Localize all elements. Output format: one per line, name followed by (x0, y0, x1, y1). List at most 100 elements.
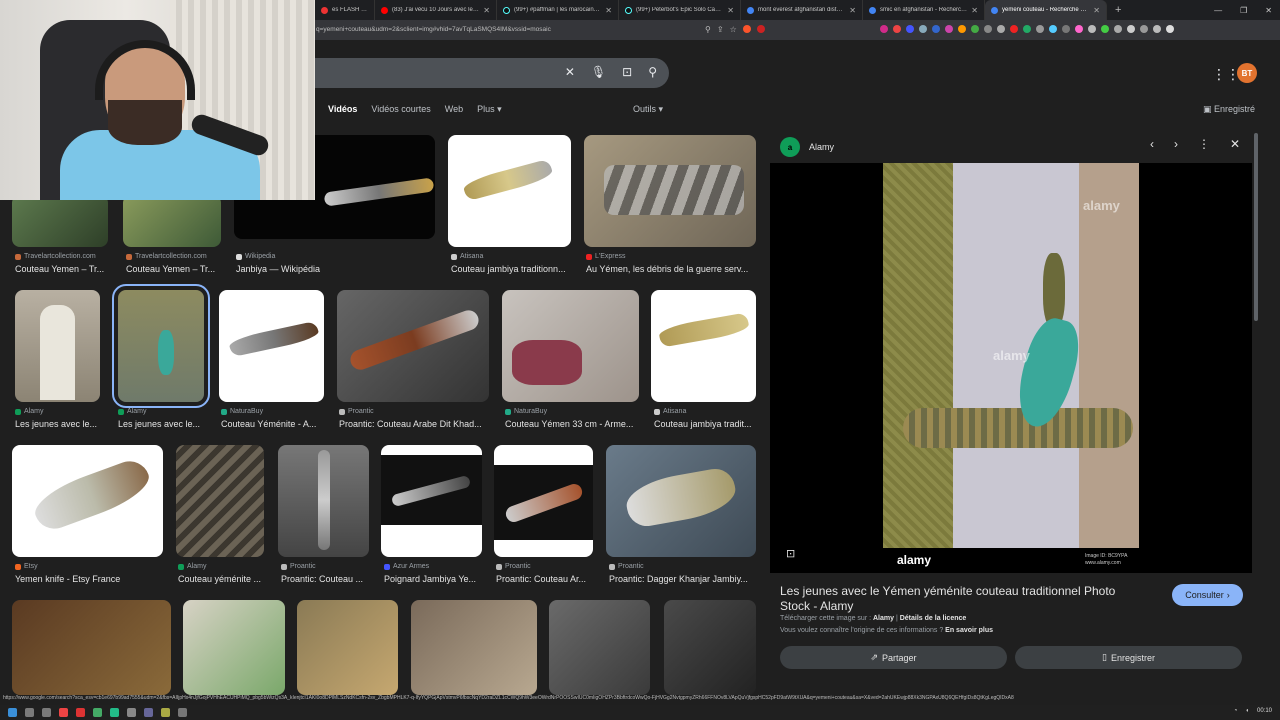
result-thumbnail[interactable] (494, 445, 593, 557)
extension-icon[interactable] (1088, 25, 1096, 33)
extension-icon[interactable] (919, 25, 927, 33)
save-button[interactable]: ▯ Enregistrer (1015, 646, 1242, 669)
lens-icon[interactable]: ⊡ (622, 65, 632, 79)
bookmark-star-icon[interactable]: ☆ (730, 25, 737, 34)
close-icon[interactable]: ✕ (483, 6, 490, 15)
result-caption[interactable]: Couteau Yemen – Tr... (126, 264, 221, 274)
app-icon[interactable] (178, 708, 187, 717)
extension-icon[interactable] (1049, 25, 1057, 33)
result-caption[interactable]: Au Yémen, les débris de la guerre serv..… (586, 264, 756, 274)
license-link[interactable]: Détails de la licence (900, 615, 967, 622)
extension-icon[interactable] (945, 25, 953, 33)
result-thumbnail-selected[interactable] (112, 284, 210, 408)
extension-icon[interactable] (1023, 25, 1031, 33)
extension-icon[interactable] (1166, 25, 1174, 33)
close-window-icon[interactable]: ✕ (1265, 6, 1272, 15)
result-caption[interactable]: Proantic: Dagger Khanjar Jambiy... (609, 574, 756, 584)
lens-icon[interactable]: ⊡ (786, 547, 795, 560)
result-caption[interactable]: Proantic: Couteau ... (281, 574, 369, 584)
preview-source[interactable]: a Alamy (780, 137, 834, 157)
previous-icon[interactable]: ‹ (1150, 137, 1154, 151)
browser-tab[interactable]: es FLASH | U... (315, 0, 375, 20)
next-icon[interactable]: › (1174, 137, 1178, 151)
result-caption[interactable]: Yemen knife - Etsy France (15, 574, 165, 584)
result-thumbnail[interactable] (12, 195, 108, 247)
result-caption[interactable]: Les jeunes avec le... (15, 419, 100, 429)
search-icon[interactable] (25, 708, 34, 717)
avatar[interactable]: BT (1237, 63, 1257, 83)
volume-icon[interactable]: ◖ (1245, 708, 1249, 714)
app-icon[interactable] (76, 708, 85, 717)
result-thumbnail[interactable] (278, 445, 369, 557)
search-input[interactable]: ✕ 🎙 ⊡ ⚲ (300, 58, 669, 88)
result-caption[interactable]: Couteau yéménite ... (178, 574, 264, 584)
share-icon[interactable]: ⇪ (717, 25, 724, 34)
result-thumbnail[interactable] (297, 600, 398, 695)
share-button[interactable]: ⇗ Partager (780, 646, 1007, 669)
learn-more-link[interactable]: En savoir plus (945, 627, 993, 634)
app-icon[interactable] (161, 708, 170, 717)
browser-tab[interactable]: (99+) #paffman | les marocaines | Tik✕ (497, 0, 619, 20)
preview-image[interactable]: alamy alamy alamy Image ID: BC9YPA www.a… (770, 163, 1252, 573)
url-field[interactable]: q=yemeni+couteau&udm=2&sclient=img#vhid=… (316, 26, 551, 33)
extension-icon[interactable] (932, 25, 940, 33)
extension-icon[interactable] (880, 25, 888, 33)
result-caption[interactable]: Couteau Yéménite - A... (221, 419, 324, 429)
result-thumbnail[interactable] (502, 290, 639, 402)
wifi-icon[interactable]: ◔ (1234, 708, 1238, 714)
result-thumbnail[interactable] (584, 135, 756, 247)
result-caption[interactable]: Janbiya — Wikipédia (236, 264, 426, 274)
result-caption[interactable]: Couteau jambiya tradit... (654, 419, 756, 429)
close-icon[interactable]: ✕ (727, 6, 734, 15)
preview-title[interactable]: Les jeunes avec le Yémen yéménite coutea… (780, 584, 1140, 614)
result-thumbnail[interactable] (123, 195, 221, 247)
microphone-icon[interactable]: 🎙 (591, 65, 606, 79)
browser-tab[interactable]: smic en afghanistan - Recherche Go✕ (863, 0, 985, 20)
extension-icon[interactable] (997, 25, 1005, 33)
result-thumbnail[interactable] (549, 600, 650, 695)
close-icon[interactable]: ✕ (1093, 6, 1100, 15)
minimize-icon[interactable]: — (1214, 6, 1222, 15)
result-caption[interactable]: Proantic: Couteau Ar... (496, 574, 593, 584)
browser-tab[interactable]: (83) J'ai vécu 10 Jours avec les Taliban… (375, 0, 497, 20)
extension-icon[interactable] (1140, 25, 1148, 33)
filter-videos[interactable]: Vidéos (328, 104, 357, 115)
scrollbar[interactable] (1254, 133, 1258, 321)
result-thumbnail[interactable] (183, 600, 285, 695)
result-thumbnail[interactable] (381, 445, 482, 557)
result-thumbnail[interactable] (176, 445, 264, 557)
download-site-link[interactable]: Alamy (873, 615, 894, 622)
app-icon[interactable] (110, 708, 119, 717)
filter-short-videos[interactable]: Vidéos courtes (371, 104, 430, 115)
close-icon[interactable]: ✕ (971, 6, 978, 15)
app-icon[interactable] (93, 708, 102, 717)
extension-icon[interactable] (1101, 25, 1109, 33)
app-icon[interactable] (144, 708, 153, 717)
result-caption[interactable]: Couteau jambiya traditionn... (451, 264, 571, 274)
consult-button[interactable]: Consulter › (1172, 584, 1243, 606)
result-thumbnail[interactable] (606, 445, 756, 557)
result-thumbnail[interactable] (411, 600, 537, 695)
tools-button[interactable]: Outils ▾ (633, 104, 663, 115)
browser-tab-active[interactable]: yemeni couteau - Recherche Goo ✕ (985, 0, 1107, 20)
result-thumbnail[interactable] (337, 290, 489, 402)
browser-tab[interactable]: (99+) Peterbot's Epic Solo Cash Cup✕ (619, 0, 741, 20)
extension-icon[interactable] (971, 25, 979, 33)
maximize-icon[interactable]: ❐ (1240, 6, 1247, 15)
extension-icon[interactable] (958, 25, 966, 33)
extension-icon[interactable] (1127, 25, 1135, 33)
result-caption[interactable]: Poignard Jambiya Ye... (384, 574, 482, 584)
more-options-icon[interactable]: ⋮ (1198, 137, 1210, 151)
result-thumbnail[interactable] (651, 290, 756, 402)
browser-tab[interactable]: mont everest afghanistan distance ✕ (741, 0, 863, 20)
close-icon[interactable]: ✕ (849, 6, 856, 15)
extension-icon[interactable] (1062, 25, 1070, 33)
windows-start-icon[interactable] (8, 708, 17, 717)
result-thumbnail[interactable] (12, 445, 163, 557)
alert-icon[interactable] (756, 25, 765, 33)
close-icon[interactable]: ✕ (1230, 137, 1240, 151)
extension-icon[interactable] (1075, 25, 1083, 33)
app-icon[interactable] (59, 708, 68, 717)
result-thumbnail[interactable] (12, 600, 171, 695)
result-thumbnail[interactable] (448, 135, 571, 247)
